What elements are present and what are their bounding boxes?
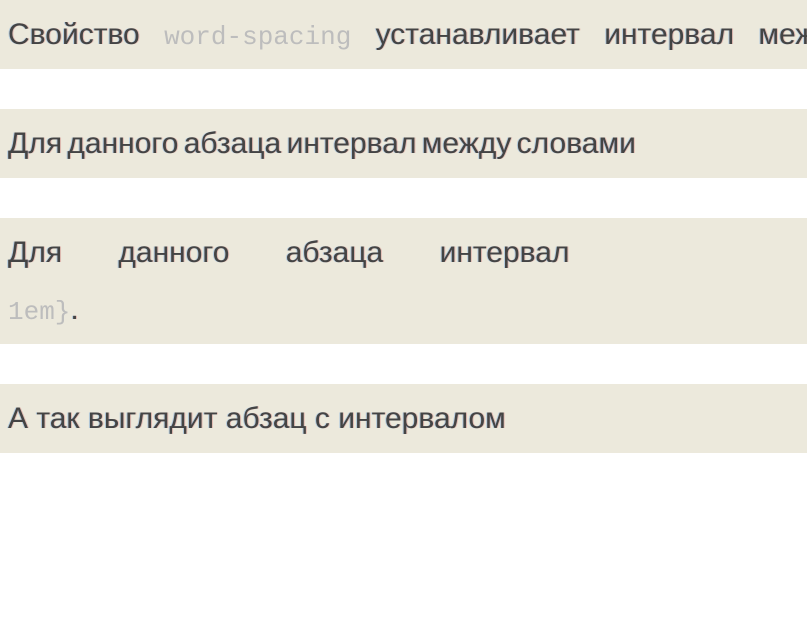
- paragraph-4: А так выглядит абзац с интервалом: [0, 384, 807, 453]
- paragraph-3-text-a: Для данного абзаца интервал: [8, 236, 569, 269]
- paragraph-1-text-b: устанавливает интервал между словами. В …: [351, 18, 807, 51]
- paragraph-2-text: Для данного абзаца интервал между словам…: [8, 127, 636, 160]
- paragraph-4-text: А так выглядит абзац с интервалом: [8, 402, 506, 435]
- paragraph-1-text-a: Свойство: [8, 18, 164, 51]
- paragraph-3: Для данного абзаца интервал 1em}.: [0, 218, 807, 344]
- paragraph-2: Для данного абзаца интервал между словам…: [0, 109, 807, 178]
- paragraph-1: Свойство word-spacing устанавливает инте…: [0, 0, 807, 69]
- code-1em: 1em}: [8, 297, 70, 327]
- paragraph-3-text-b: .: [70, 293, 78, 326]
- code-word-spacing: word-spacing: [164, 22, 351, 52]
